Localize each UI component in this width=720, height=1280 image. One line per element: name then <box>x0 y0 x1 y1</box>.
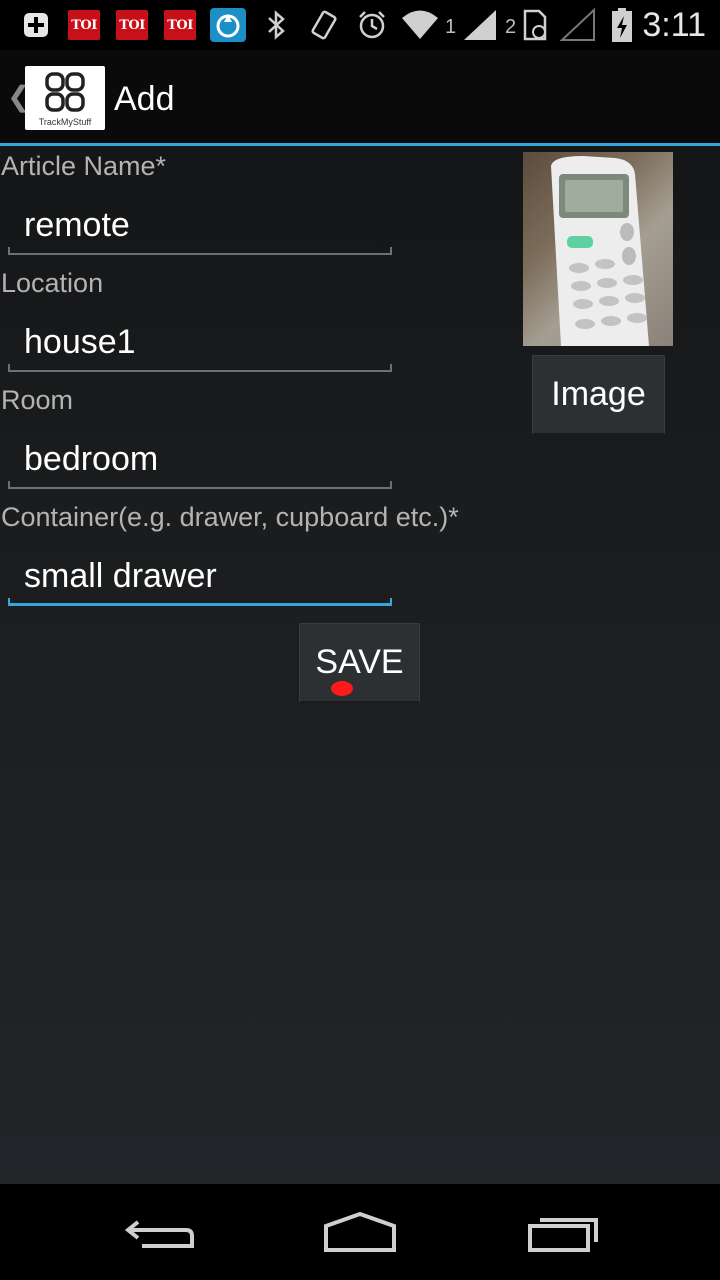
toi-icon: TOI <box>164 10 196 40</box>
container-label: Container(e.g. drawer, cupboard etc.)* <box>1 502 459 532</box>
location-field[interactable] <box>8 313 392 371</box>
container-field[interactable] <box>8 547 392 605</box>
logo-caption: TrackMyStuff <box>38 117 92 127</box>
article-name-underline <box>8 247 392 255</box>
page-title: Add <box>114 80 175 118</box>
up-navigation-icon[interactable]: ❮ <box>7 80 30 114</box>
toi-icon: TOI <box>68 10 100 40</box>
room-field[interactable] <box>8 430 392 488</box>
water-drop-icon <box>210 8 246 42</box>
battery-icon <box>610 8 634 42</box>
article-name-label: Article Name* <box>1 151 167 181</box>
sim-icon <box>522 8 548 42</box>
plus-icon <box>22 8 50 42</box>
article-name-field[interactable] <box>8 196 392 254</box>
sim1-label: 1 <box>445 16 457 38</box>
status-bar: TOI TOI TOI 1 2 3:11 <box>0 0 720 50</box>
signal-icon <box>462 8 498 42</box>
recents-icon[interactable] <box>524 1208 604 1258</box>
touch-indicator <box>331 681 353 696</box>
home-icon[interactable] <box>320 1208 400 1258</box>
room-underline <box>8 481 392 489</box>
article-photo[interactable] <box>523 152 673 346</box>
app-logo-icon[interactable]: TrackMyStuff <box>25 66 105 130</box>
vibrate-icon <box>308 8 340 42</box>
back-icon[interactable] <box>120 1208 200 1258</box>
container-underline <box>8 598 392 606</box>
no-signal-icon <box>560 8 596 42</box>
navigation-bar <box>0 1184 720 1280</box>
action-bar <box>0 50 720 144</box>
save-button[interactable]: SAVE <box>299 623 420 703</box>
clock: 3:11 <box>642 6 706 44</box>
location-label: Location <box>1 268 104 298</box>
bluetooth-icon <box>264 8 288 42</box>
wifi-icon <box>400 8 440 42</box>
alarm-icon <box>356 8 388 42</box>
image-button[interactable]: Image <box>532 355 665 435</box>
toi-icon: TOI <box>116 10 148 40</box>
sim2-label: 2 <box>505 16 517 38</box>
location-underline <box>8 364 392 372</box>
room-label: Room <box>1 385 74 415</box>
action-bar-divider <box>0 143 720 146</box>
